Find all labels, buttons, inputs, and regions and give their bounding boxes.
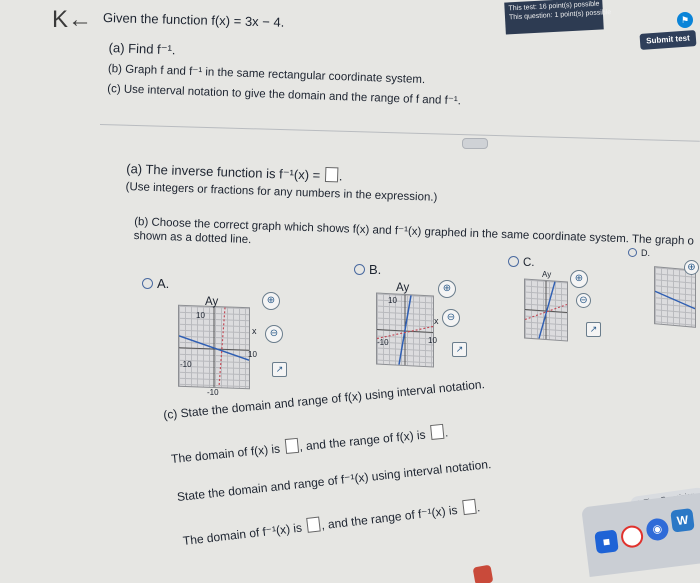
zoom-in-icon[interactable]: ⊕ xyxy=(570,270,588,288)
inverse-answer-box[interactable] xyxy=(324,166,339,183)
graph-b-x-tick: 10 xyxy=(428,336,437,345)
graph-d-solid-line xyxy=(655,290,695,310)
flag-icon[interactable]: ⚑ xyxy=(677,12,693,28)
option-b[interactable]: B. xyxy=(354,262,381,277)
safari-icon[interactable]: ◉ xyxy=(645,517,670,542)
option-c-label: C. xyxy=(523,257,535,269)
video-app-icon[interactable]: ■ xyxy=(594,529,619,554)
zoom-in-icon[interactable]: ⊕ xyxy=(684,260,699,275)
submit-test-button[interactable]: Submit test xyxy=(639,30,697,50)
zoom-in-icon[interactable]: ⊕ xyxy=(262,292,280,310)
divider xyxy=(99,124,700,142)
f-range-label: , and the range of f(x) is xyxy=(298,427,427,454)
inv-range-label: , and the range of f⁻¹(x) is xyxy=(320,502,459,533)
zoom-out-icon[interactable]: ⊖ xyxy=(265,325,283,343)
graph-a-plot xyxy=(179,306,249,388)
f-domain-range-row: The domain of f(x) is , and the range of… xyxy=(170,423,449,468)
popout-icon[interactable]: ↗ xyxy=(586,322,601,337)
popout-icon[interactable]: ↗ xyxy=(452,342,467,357)
graph-a-neg-x-tick: -10 xyxy=(180,360,192,369)
radio-d[interactable] xyxy=(628,248,637,257)
option-a-label: A. xyxy=(157,276,170,291)
part-a: (a) The inverse function is f⁻¹(x) = . (… xyxy=(125,160,438,204)
graph-b-x-label: x xyxy=(434,316,439,326)
inv-domain-label: The domain of f⁻¹(x) is xyxy=(182,520,303,549)
dock: ■ ◉ W xyxy=(581,492,700,578)
graph-c xyxy=(524,278,568,342)
dock-app-icon[interactable] xyxy=(472,564,494,583)
inv-range-input[interactable] xyxy=(461,498,477,516)
graph-d-plot xyxy=(655,290,695,310)
inverse-domain-prompt: State the domain and range of f⁻¹(x) usi… xyxy=(176,457,492,505)
inv-domain-input[interactable] xyxy=(306,516,321,533)
popout-icon[interactable]: ↗ xyxy=(272,362,287,377)
radio-c[interactable] xyxy=(508,256,519,267)
option-d-label: D. xyxy=(641,248,650,258)
f-range-input[interactable] xyxy=(430,423,445,440)
screen: K← This test: 16 point(s) possible This … xyxy=(0,0,700,583)
option-c[interactable]: C. xyxy=(508,256,535,269)
zoom-out-icon[interactable]: ⊖ xyxy=(442,309,460,327)
graph-a-dotted-line xyxy=(218,307,226,388)
chrome-icon[interactable] xyxy=(619,524,645,549)
graph-b xyxy=(376,292,434,368)
graph-b-y-tick: 10 xyxy=(388,296,397,305)
graph-d xyxy=(654,266,696,328)
graph-c-y-label: Ay xyxy=(542,270,552,279)
f-domain-label: The domain of f(x) is xyxy=(170,441,281,467)
graph-a-y-tick: 10 xyxy=(196,311,205,320)
option-d[interactable]: D. xyxy=(628,248,650,258)
graph-c-plot xyxy=(525,280,567,340)
radio-b[interactable] xyxy=(354,264,365,275)
period: . xyxy=(444,427,449,440)
graph-a-x-label: x xyxy=(252,326,257,336)
zoom-in-icon[interactable]: ⊕ xyxy=(438,280,456,298)
inverse-domain-range-row: The domain of f⁻¹(x) is , and the range … xyxy=(182,498,481,550)
option-b-label: B. xyxy=(369,262,382,277)
period: . xyxy=(338,168,343,184)
graph-a-x-tick: 10 xyxy=(248,350,257,359)
graph-a-neg-y-tick: -10 xyxy=(207,388,219,397)
back-arrow-icon[interactable]: K← xyxy=(52,8,92,32)
graph-b-y-label: Ay xyxy=(396,282,410,294)
part-a-prompt: (a) The inverse function is f⁻¹(x) = xyxy=(126,161,321,183)
f-domain-input[interactable] xyxy=(284,437,299,455)
period: . xyxy=(476,502,481,515)
graph-b-neg-x-tick: -10 xyxy=(377,338,389,347)
graph-a xyxy=(178,304,250,390)
graph-b-plot xyxy=(377,294,433,366)
more-options-button[interactable] xyxy=(462,138,488,149)
option-a[interactable]: A. xyxy=(142,276,169,291)
parts-list: (a) Find f⁻¹. (b) Graph f and f⁻¹ in the… xyxy=(107,40,463,107)
word-icon[interactable]: W xyxy=(670,508,695,533)
part-b: (b) Choose the correct graph which shows… xyxy=(134,214,695,262)
graph-a-y-label: Ay xyxy=(205,296,219,308)
points-badge: This test: 16 point(s) possible This que… xyxy=(504,0,611,35)
radio-a[interactable] xyxy=(142,278,153,289)
question-text: Given the function f(x) = 3x − 4. xyxy=(102,10,285,30)
zoom-out-icon[interactable]: ⊖ xyxy=(576,293,591,308)
